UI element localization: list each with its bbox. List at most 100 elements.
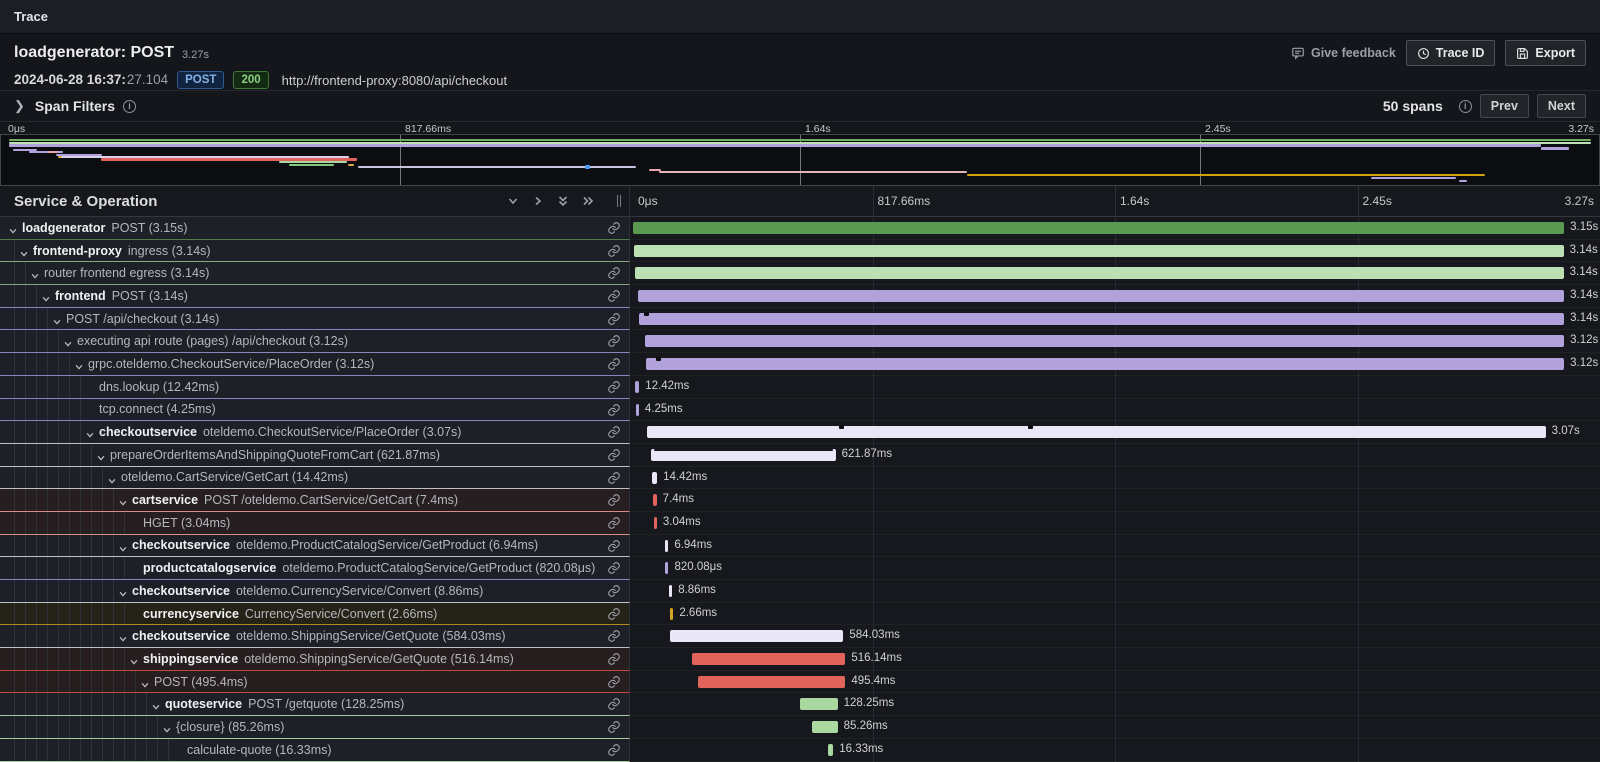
span-timeline-cell[interactable]: 3.14s bbox=[630, 285, 1600, 308]
span-link-icon[interactable] bbox=[607, 471, 621, 490]
span-timeline-cell[interactable]: 16.33ms bbox=[630, 739, 1600, 762]
expand-all-icon[interactable] bbox=[582, 195, 594, 207]
span-bar[interactable] bbox=[669, 585, 672, 597]
span-name-cell[interactable]: loadgeneratorPOST (3.15s) bbox=[0, 217, 630, 240]
span-bar[interactable] bbox=[635, 267, 1563, 279]
collapse-all-icon[interactable] bbox=[557, 195, 569, 207]
span-bar[interactable] bbox=[647, 426, 1545, 438]
collapse-chevron-icon[interactable] bbox=[151, 699, 161, 717]
span-link-icon[interactable] bbox=[607, 425, 621, 444]
span-name-cell[interactable]: router frontend egress (3.14s) bbox=[0, 262, 630, 285]
expand-one-icon[interactable] bbox=[532, 195, 544, 207]
span-timeline-cell[interactable]: 3.15s bbox=[630, 217, 1600, 240]
span-name-cell[interactable]: checkoutserviceoteldemo.CurrencyService/… bbox=[0, 580, 630, 603]
column-resize-handle[interactable] bbox=[617, 195, 623, 207]
span-bar[interactable] bbox=[639, 313, 1564, 325]
span-name-cell[interactable]: checkoutserviceoteldemo.CheckoutService/… bbox=[0, 421, 630, 444]
span-name-cell[interactable]: checkoutserviceoteldemo.ShippingService/… bbox=[0, 625, 630, 648]
collapse-chevron-icon[interactable] bbox=[74, 359, 84, 377]
span-name-cell[interactable]: dns.lookup (12.42ms) bbox=[0, 376, 630, 399]
span-link-icon[interactable] bbox=[607, 493, 621, 512]
span-bar[interactable] bbox=[828, 744, 833, 756]
span-link-icon[interactable] bbox=[607, 675, 621, 694]
span-name-cell[interactable]: executing api route (pages) /api/checkou… bbox=[0, 330, 630, 353]
span-timeline-cell[interactable]: 2.66ms bbox=[630, 603, 1600, 626]
span-link-icon[interactable] bbox=[607, 448, 621, 467]
span-bar[interactable] bbox=[645, 335, 1565, 347]
span-name-cell[interactable]: currencyserviceCurrencyService/Convert (… bbox=[0, 603, 630, 626]
span-filters-label[interactable]: Span Filters bbox=[35, 98, 115, 114]
collapse-chevron-icon[interactable] bbox=[41, 291, 51, 309]
give-feedback-link[interactable]: Give feedback bbox=[1291, 46, 1396, 60]
span-bar[interactable] bbox=[633, 222, 1564, 234]
span-timeline-cell[interactable]: 621.87ms bbox=[630, 444, 1600, 467]
span-link-icon[interactable] bbox=[607, 561, 621, 580]
export-button[interactable]: Export bbox=[1505, 40, 1586, 66]
span-link-icon[interactable] bbox=[607, 607, 621, 626]
span-link-icon[interactable] bbox=[607, 697, 621, 716]
span-name-cell[interactable]: tcp.connect (4.25ms) bbox=[0, 399, 630, 422]
collapse-chevron-icon[interactable] bbox=[8, 223, 18, 241]
span-timeline-cell[interactable]: 4.25ms bbox=[630, 399, 1600, 422]
collapse-chevron-icon[interactable] bbox=[85, 427, 95, 445]
span-name-cell[interactable]: frontendPOST (3.14s) bbox=[0, 285, 630, 308]
span-timeline-cell[interactable]: 584.03ms bbox=[630, 625, 1600, 648]
span-timeline-cell[interactable]: 12.42ms bbox=[630, 376, 1600, 399]
span-timeline-cell[interactable]: 14.42ms bbox=[630, 467, 1600, 490]
collapse-chevron-icon[interactable] bbox=[63, 336, 73, 354]
span-timeline-cell[interactable]: 3.14s bbox=[630, 262, 1600, 285]
span-timeline-cell[interactable]: 7.4ms bbox=[630, 489, 1600, 512]
span-link-icon[interactable] bbox=[607, 312, 621, 331]
collapse-chevron-icon[interactable] bbox=[162, 722, 172, 740]
span-timeline-cell[interactable]: 3.14s bbox=[630, 308, 1600, 331]
span-name-cell[interactable]: quoteservicePOST /getquote (128.25ms) bbox=[0, 693, 630, 716]
collapse-chevron-icon[interactable] bbox=[140, 677, 150, 695]
span-timeline-cell[interactable]: 3.04ms bbox=[630, 512, 1600, 535]
span-link-icon[interactable] bbox=[607, 743, 621, 762]
collapse-chevron-icon[interactable] bbox=[129, 654, 139, 672]
minimap-canvas[interactable] bbox=[0, 134, 1600, 186]
span-timeline-cell[interactable]: 85.26ms bbox=[630, 716, 1600, 739]
span-timeline-cell[interactable]: 820.08μs bbox=[630, 557, 1600, 580]
trace-id-button[interactable]: Trace ID bbox=[1406, 40, 1496, 66]
span-name-cell[interactable]: oteldemo.CartService/GetCart (14.42ms) bbox=[0, 467, 630, 490]
span-timeline-cell[interactable]: 6.94ms bbox=[630, 535, 1600, 558]
prev-button[interactable]: Prev bbox=[1480, 94, 1529, 118]
span-link-icon[interactable] bbox=[607, 221, 621, 240]
collapse-chevron-icon[interactable] bbox=[19, 246, 29, 264]
span-bar[interactable] bbox=[638, 290, 1564, 302]
span-link-icon[interactable] bbox=[607, 539, 621, 558]
collapse-chevron-icon[interactable] bbox=[118, 586, 128, 604]
span-name-cell[interactable]: grpc.oteldemo.CheckoutService/PlaceOrder… bbox=[0, 353, 630, 376]
span-timeline-cell[interactable]: 3.14s bbox=[630, 240, 1600, 263]
span-link-icon[interactable] bbox=[607, 357, 621, 376]
span-name-cell[interactable]: frontend-proxyingress (3.14s) bbox=[0, 240, 630, 263]
span-link-icon[interactable] bbox=[607, 584, 621, 603]
span-timeline-cell[interactable]: 3.12s bbox=[630, 353, 1600, 376]
span-bar[interactable] bbox=[635, 381, 639, 393]
collapse-chevron-icon[interactable] bbox=[30, 268, 40, 286]
span-name-cell[interactable]: {closure} (85.26ms) bbox=[0, 716, 630, 739]
collapse-chevron-icon[interactable] bbox=[52, 314, 62, 332]
span-link-icon[interactable] bbox=[607, 334, 621, 353]
span-name-cell[interactable]: POST /api/checkout (3.14s) bbox=[0, 308, 630, 331]
span-timeline-cell[interactable]: 8.86ms bbox=[630, 580, 1600, 603]
span-name-cell[interactable]: checkoutserviceoteldemo.ProductCatalogSe… bbox=[0, 535, 630, 558]
span-link-icon[interactable] bbox=[607, 652, 621, 671]
span-link-icon[interactable] bbox=[607, 244, 621, 263]
span-link-icon[interactable] bbox=[607, 380, 621, 399]
span-link-icon[interactable] bbox=[607, 289, 621, 308]
span-timeline-cell[interactable]: 128.25ms bbox=[630, 693, 1600, 716]
span-name-cell[interactable]: cartservicePOST /oteldemo.CartService/Ge… bbox=[0, 489, 630, 512]
span-name-cell[interactable]: HGET (3.04ms) bbox=[0, 512, 630, 535]
span-bar[interactable] bbox=[812, 721, 837, 733]
span-bar[interactable] bbox=[634, 245, 1563, 257]
span-timeline-cell[interactable]: 3.07s bbox=[630, 421, 1600, 444]
span-timeline-cell[interactable]: 3.12s bbox=[630, 330, 1600, 353]
span-link-icon[interactable] bbox=[607, 720, 621, 739]
span-link-icon[interactable] bbox=[607, 629, 621, 648]
span-bar[interactable] bbox=[665, 562, 668, 574]
collapse-chevron-icon[interactable] bbox=[118, 495, 128, 513]
span-name-cell[interactable]: prepareOrderItemsAndShippingQuoteFromCar… bbox=[0, 444, 630, 467]
span-bar[interactable] bbox=[654, 517, 657, 529]
